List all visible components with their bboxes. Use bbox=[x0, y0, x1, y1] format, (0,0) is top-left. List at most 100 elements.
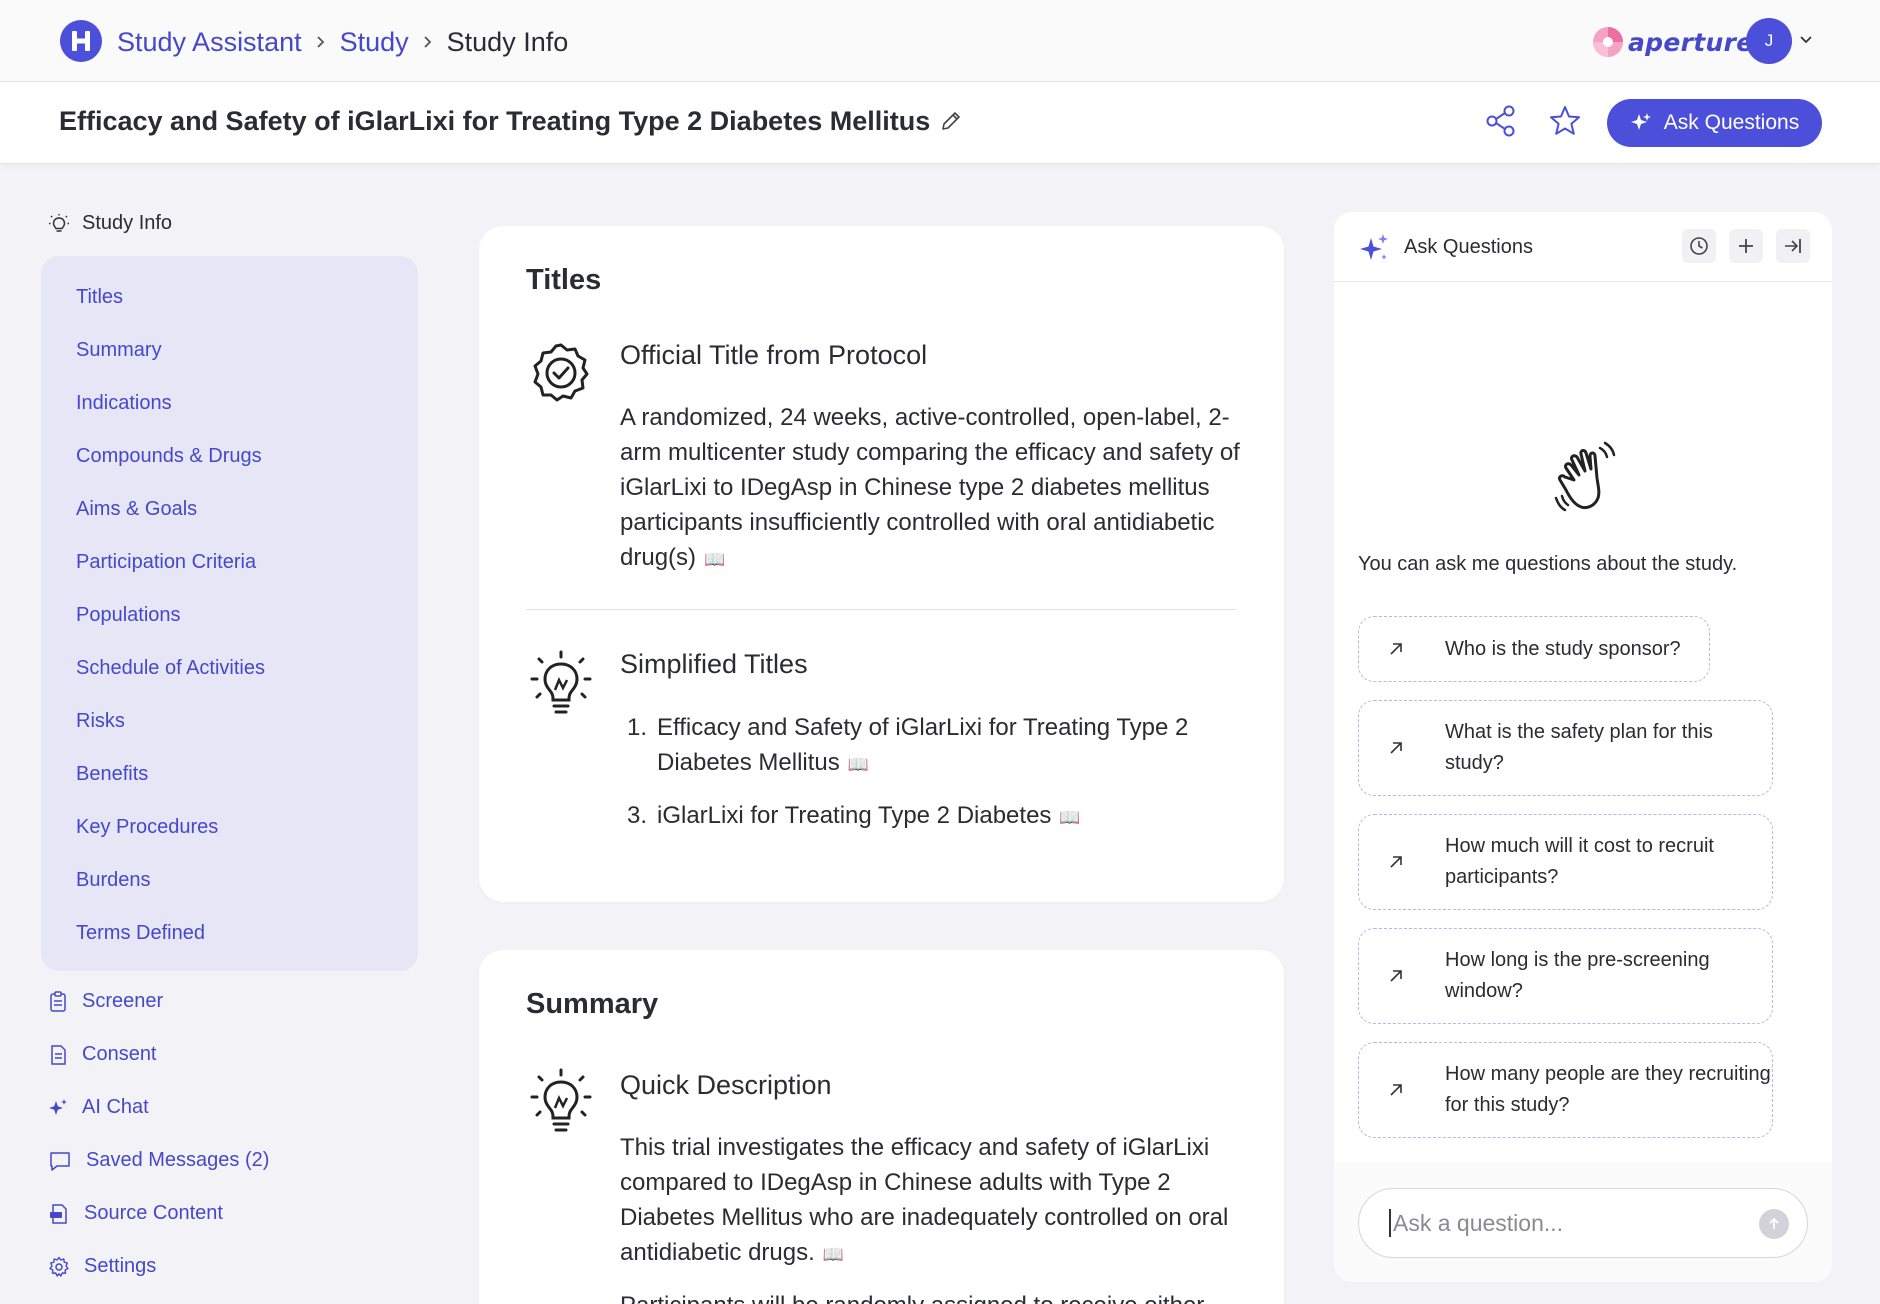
suggestion-text: What is the safety plan for this study? bbox=[1445, 721, 1713, 774]
chevron-right-icon bbox=[423, 35, 433, 49]
lightbulb-icon bbox=[529, 1068, 593, 1136]
sparkle-icon bbox=[1358, 232, 1390, 264]
pdf-file-icon bbox=[50, 1203, 67, 1224]
list-number: 3. bbox=[627, 802, 648, 829]
suggestion-button[interactable]: How much will it cost to recruit partici… bbox=[1358, 814, 1773, 910]
sidebar-item-compounds-drugs[interactable]: Compounds & Drugs bbox=[76, 445, 262, 468]
page-title: Efficacy and Safety of iGlarLixi for Tre… bbox=[59, 106, 931, 136]
sidebar-item-source-content[interactable]: Source Content bbox=[48, 1202, 223, 1225]
chat-intro-text: You can ask me questions about the study… bbox=[1358, 553, 1738, 575]
sparkle-icon bbox=[1630, 113, 1651, 130]
breadcrumb-study[interactable]: Study bbox=[340, 27, 409, 58]
sidebar-item-label: Source Content bbox=[84, 1202, 223, 1224]
list-item: 1. Efficacy and Safety of iGlarLixi for … bbox=[627, 710, 1247, 783]
arrow-up-right-icon bbox=[1390, 643, 1402, 655]
breadcrumb: Study Assistant Study Study Info bbox=[117, 23, 568, 61]
arrow-up-right-icon bbox=[1390, 742, 1402, 754]
summary-heading: Summary bbox=[526, 988, 659, 1020]
suggestion-button[interactable]: How long is the pre-screening window? bbox=[1358, 928, 1773, 1024]
chat-input-box bbox=[1358, 1188, 1808, 1258]
sidebar-item-label: Settings bbox=[84, 1255, 157, 1277]
sidebar-item-screener[interactable]: Screener bbox=[48, 990, 163, 1013]
waving-hand-icon bbox=[1552, 440, 1622, 514]
quick-description-heading: Quick Description bbox=[620, 1070, 832, 1100]
simplified-title-text: iGlarLixi for Treating Type 2 Diabetes bbox=[657, 802, 1052, 829]
share-icon[interactable] bbox=[1484, 104, 1518, 138]
quick-description-body: This trial investigates the efficacy and… bbox=[620, 1134, 1229, 1266]
chat-header: Ask Questions bbox=[1334, 212, 1832, 282]
suggestion-text: How much will it cost to recruit partici… bbox=[1445, 835, 1714, 888]
brand-logo: aperture bbox=[1592, 22, 1753, 62]
avatar[interactable]: J bbox=[1746, 18, 1792, 64]
sidebar-item-key-procedures[interactable]: Key Procedures bbox=[76, 816, 218, 839]
sidebar-item-titles[interactable]: Titles bbox=[76, 286, 123, 309]
sidebar-heading[interactable]: Study Info bbox=[48, 212, 172, 235]
book-icon[interactable]: 📖 bbox=[1059, 808, 1080, 828]
breadcrumb-study-assistant[interactable]: Study Assistant bbox=[117, 27, 302, 58]
document-icon bbox=[51, 1044, 66, 1065]
sidebar-item-indications[interactable]: Indications bbox=[76, 392, 172, 415]
sidebar-item-benefits[interactable]: Benefits bbox=[76, 763, 148, 786]
history-icon[interactable] bbox=[1682, 229, 1716, 263]
suggestion-button[interactable]: What is the safety plan for this study? bbox=[1358, 700, 1773, 796]
clipboard-icon bbox=[50, 990, 66, 1012]
top-bar: Study Assistant Study Study Info apertur… bbox=[0, 0, 1880, 82]
divider bbox=[526, 609, 1237, 610]
lightbulb-icon bbox=[529, 650, 593, 718]
brand-name: aperture bbox=[1628, 27, 1754, 57]
sidebar-item-populations[interactable]: Populations bbox=[76, 604, 181, 627]
pencil-icon[interactable] bbox=[940, 110, 962, 132]
sidebar-item-ai-chat[interactable]: AI Chat bbox=[48, 1096, 149, 1119]
titles-card: Titles Official Title from Protocol A ra… bbox=[479, 226, 1284, 902]
book-icon[interactable]: 📖 bbox=[704, 550, 725, 570]
sidebar-item-saved-messages[interactable]: Saved Messages (2) bbox=[48, 1149, 269, 1172]
suggestion-text: How long is the pre-screening window? bbox=[1445, 949, 1710, 1002]
sidebar-item-risks[interactable]: Risks bbox=[76, 710, 125, 733]
ask-questions-button[interactable]: Ask Questions bbox=[1607, 99, 1822, 147]
suggestion-button[interactable]: Who is the study sponsor? bbox=[1358, 616, 1710, 682]
arrow-up-icon bbox=[1769, 1217, 1779, 1229]
sidebar-item-burdens[interactable]: Burdens bbox=[76, 869, 151, 892]
chevron-down-icon[interactable] bbox=[1798, 32, 1814, 48]
list-number: 1. bbox=[627, 714, 648, 741]
simplified-title-text: Efficacy and Safety of iGlarLixi for Tre… bbox=[657, 714, 1189, 776]
sidebar-item-participation-criteria[interactable]: Participation Criteria bbox=[76, 551, 256, 574]
arrow-up-right-icon bbox=[1390, 856, 1402, 868]
summary-card: Summary Quick Description This trial inv… bbox=[479, 950, 1284, 1304]
summary-continued-text: Participants will be randomly assigned t… bbox=[620, 1288, 1240, 1304]
arrow-up-right-icon bbox=[1390, 1084, 1402, 1096]
ask-questions-label: Ask Questions bbox=[1663, 111, 1800, 134]
question-input[interactable] bbox=[1393, 1209, 1753, 1237]
sidebar-item-consent[interactable]: Consent bbox=[48, 1043, 157, 1066]
star-icon[interactable] bbox=[1548, 104, 1582, 138]
simplified-titles-heading: Simplified Titles bbox=[620, 649, 808, 679]
app-logo-icon[interactable] bbox=[60, 20, 102, 62]
sidebar-item-settings[interactable]: Settings bbox=[48, 1255, 156, 1278]
sidebar-section-list: Titles Summary Indications Compounds & D… bbox=[41, 256, 418, 971]
titles-heading: Titles bbox=[526, 264, 602, 296]
sidebar-item-terms-defined[interactable]: Terms Defined bbox=[76, 922, 205, 945]
list-item: 3. iGlarLixi for Treating Type 2 Diabete… bbox=[627, 798, 1247, 836]
plus-icon[interactable] bbox=[1729, 229, 1763, 263]
suggestion-button[interactable]: How many people are they recruiting for … bbox=[1358, 1042, 1773, 1138]
book-icon[interactable]: 📖 bbox=[848, 755, 869, 775]
sidebar-item-schedule-of-activities[interactable]: Schedule of Activities bbox=[76, 657, 265, 680]
sidebar-item-label: Screener bbox=[82, 990, 164, 1012]
chat-title: Ask Questions bbox=[1404, 236, 1533, 258]
message-icon bbox=[50, 1151, 70, 1171]
arrow-up-right-icon bbox=[1390, 970, 1402, 982]
chevron-right-icon bbox=[316, 35, 326, 49]
suggestion-text: How many people are they recruiting for … bbox=[1445, 1063, 1771, 1116]
ask-questions-panel: Ask Questions You can ask me questions a… bbox=[1334, 212, 1832, 1282]
gear-icon bbox=[49, 1256, 69, 1277]
sidebar-item-aims-goals[interactable]: Aims & Goals bbox=[76, 498, 197, 521]
sidebar-item-label: AI Chat bbox=[82, 1096, 149, 1118]
official-title-body: A randomized, 24 weeks, active-controlle… bbox=[620, 404, 1240, 571]
send-button[interactable] bbox=[1759, 1209, 1789, 1239]
book-icon[interactable]: 📖 bbox=[823, 1245, 844, 1265]
study-header: Efficacy and Safety of iGlarLixi for Tre… bbox=[0, 82, 1880, 164]
sidebar-item-summary[interactable]: Summary bbox=[76, 339, 162, 362]
sidebar-heading-label: Study Info bbox=[82, 212, 173, 234]
aperture-logo-icon bbox=[1593, 27, 1623, 57]
collapse-panel-icon[interactable] bbox=[1776, 229, 1810, 263]
